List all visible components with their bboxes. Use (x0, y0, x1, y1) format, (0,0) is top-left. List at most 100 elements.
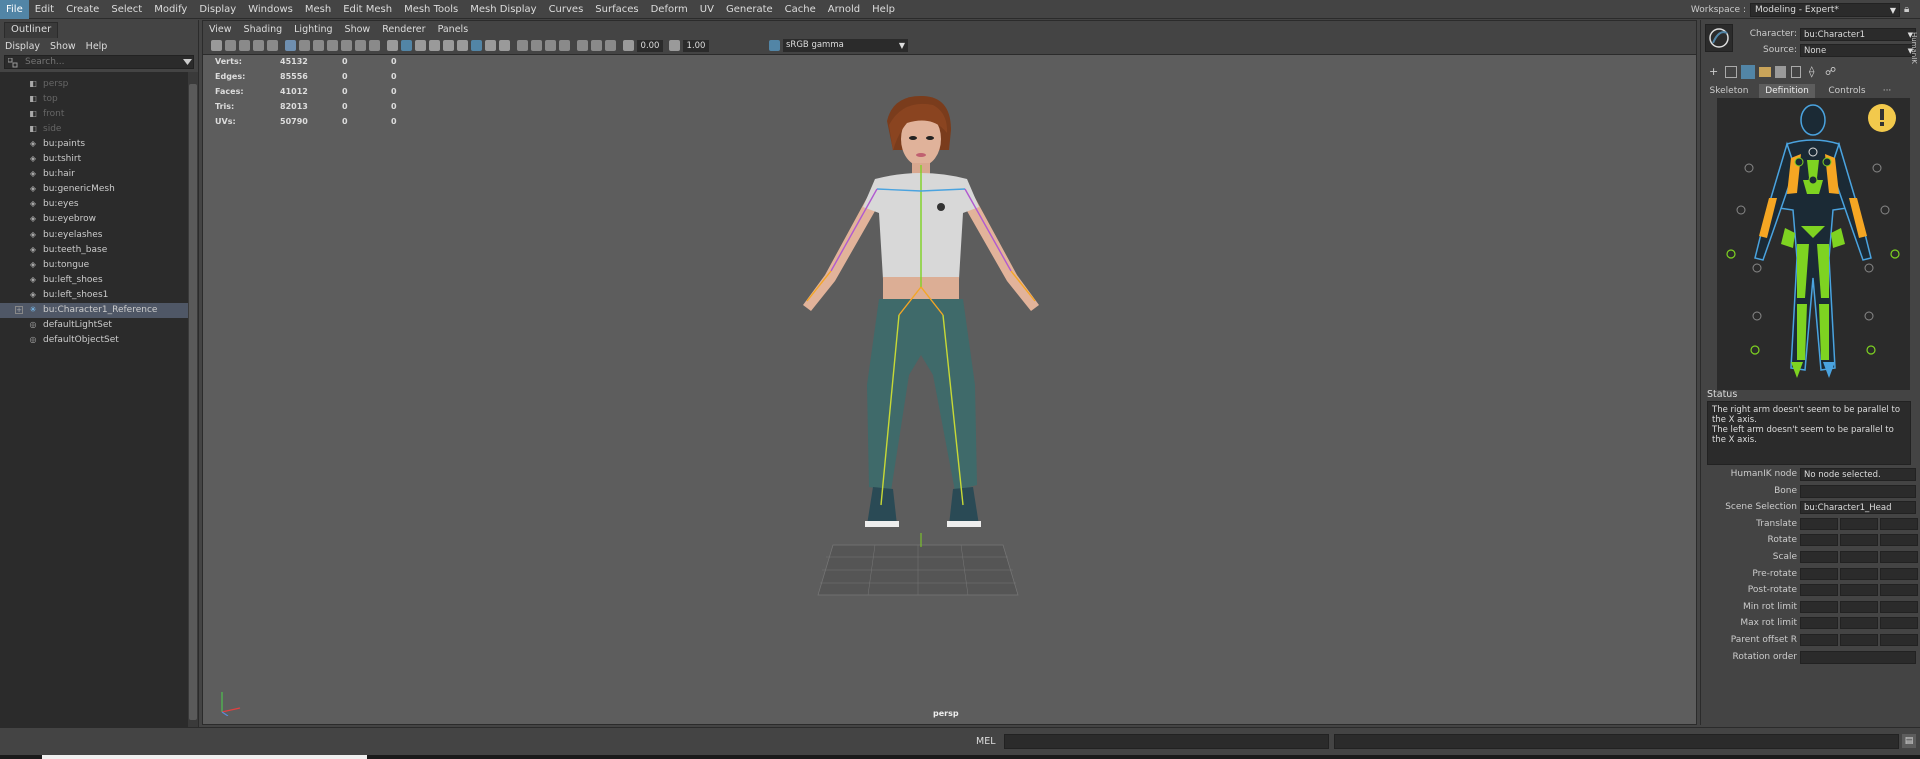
outliner-search-field[interactable] (4, 55, 194, 69)
menu-edit[interactable]: Edit (29, 0, 60, 19)
vector-component-field[interactable] (1840, 584, 1878, 597)
camera-attributes-icon[interactable] (225, 40, 236, 51)
humanik-figure-view[interactable] (1717, 98, 1910, 390)
image-plane-icon[interactable] (253, 40, 264, 51)
property-field[interactable] (1800, 650, 1916, 664)
delete-icon[interactable] (1791, 66, 1801, 78)
lock-pose-icon[interactable]: ☍ (1825, 65, 1837, 79)
open-folder-icon[interactable] (1759, 67, 1771, 77)
vector-component-field[interactable] (1840, 567, 1878, 580)
lock-icon[interactable]: 🔒︎ (1904, 4, 1914, 16)
outliner-item[interactable]: ◈ bu:paints (0, 136, 188, 151)
menu-curves[interactable]: Curves (543, 0, 590, 19)
wireframe-icon[interactable] (387, 40, 398, 51)
mel-language-toggle[interactable]: MEL (976, 736, 996, 747)
gamma-icon[interactable] (669, 40, 680, 51)
save-icon[interactable] (1775, 66, 1786, 78)
gamma-field[interactable]: 1.00 (683, 40, 709, 52)
colorspace-dropdown[interactable]: sRGB gamma ▼ (783, 39, 908, 52)
viewport-menu-lighting[interactable]: Lighting (288, 24, 338, 35)
source-dropdown[interactable]: None ▼ (1800, 44, 1916, 57)
outliner-item[interactable]: ◈ bu:teeth_base (0, 242, 188, 257)
character-dropdown[interactable]: bu:Character1 ▼ (1800, 28, 1916, 41)
menu-generate[interactable]: Generate (720, 0, 779, 19)
wireframe-on-shaded-icon[interactable] (415, 40, 426, 51)
humanik-side-tab[interactable]: HumanIK (1910, 32, 1918, 64)
vector-component-field[interactable] (1880, 634, 1918, 646)
outliner-tab[interactable]: Outliner (4, 22, 59, 38)
tab-skeleton[interactable]: Skeleton (1703, 84, 1755, 98)
menu-create[interactable]: Create (60, 0, 105, 19)
vector-component-field[interactable] (1800, 517, 1838, 530)
humanik-logo-icon[interactable] (1705, 24, 1733, 52)
outliner-item[interactable]: ◧ front (0, 106, 188, 121)
outliner-item[interactable]: ◈ bu:left_shoes1 (0, 287, 188, 302)
show-hud-icon[interactable] (591, 40, 602, 51)
mel-command-input[interactable] (1004, 734, 1329, 749)
viewport-menu-panels[interactable]: Panels (432, 24, 475, 35)
outliner-item[interactable]: ◧ top (0, 91, 188, 106)
outliner-item[interactable]: ◧ persp (0, 76, 188, 91)
tab-controls[interactable]: Controls (1819, 84, 1875, 98)
vector-component-field[interactable] (1880, 600, 1918, 613)
shadows-icon[interactable] (457, 40, 468, 51)
menu-display[interactable]: Display (193, 0, 242, 19)
2d-pan-icon[interactable] (267, 40, 278, 51)
motion-blur-icon[interactable] (531, 40, 542, 51)
viewport-panel[interactable]: View Shading Lighting Show Renderer Pane… (202, 20, 1697, 725)
vector-component-field[interactable] (1880, 534, 1918, 547)
add-icon[interactable]: + (1709, 66, 1721, 78)
outliner-item[interactable]: ◈ bu:eyebrow (0, 212, 188, 227)
character-model[interactable] (803, 95, 1039, 527)
menu-cache[interactable]: Cache (779, 0, 822, 19)
tab-definition[interactable]: Definition (1759, 84, 1815, 98)
smooth-shade-icon[interactable] (401, 40, 412, 51)
outliner-item[interactable]: ◎ defaultObjectSet (0, 333, 188, 348)
menu-mesh-display[interactable]: Mesh Display (464, 0, 542, 19)
grease-pencil-icon[interactable] (285, 40, 296, 51)
gate-mask-icon[interactable] (341, 40, 352, 51)
expand-icon[interactable]: + (15, 305, 23, 314)
script-editor-icon[interactable]: ▤ (1902, 734, 1916, 748)
vector-component-field[interactable] (1880, 551, 1918, 563)
scrollbar-thumb[interactable] (189, 84, 197, 720)
outliner-vertical-scrollbar[interactable] (188, 72, 198, 732)
outliner-item[interactable]: ◎ defaultLightSet (0, 318, 188, 333)
vector-component-field[interactable] (1800, 634, 1838, 646)
viewport-menu-renderer[interactable]: Renderer (376, 24, 431, 35)
use-all-lights-icon[interactable] (443, 40, 454, 51)
menu-surfaces[interactable]: Surfaces (589, 0, 644, 19)
vector-component-field[interactable] (1880, 617, 1918, 630)
frame-selection-icon[interactable] (605, 40, 616, 51)
exposure-icon[interactable] (623, 40, 634, 51)
menu-edit-mesh[interactable]: Edit Mesh (337, 0, 398, 19)
vector-component-field[interactable] (1880, 567, 1918, 580)
vector-component-field[interactable] (1800, 617, 1838, 630)
outliner-search-input[interactable] (5, 56, 155, 68)
menu-mesh-tools[interactable]: Mesh Tools (398, 0, 464, 19)
outliner-item[interactable]: ◧ side (0, 121, 188, 136)
outliner-item[interactable]: ◈ bu:eyes (0, 197, 188, 212)
vector-component-field[interactable] (1840, 600, 1878, 613)
workspace-dropdown[interactable]: Modeling - Expert* ▼ (1750, 2, 1900, 17)
mirror-icon[interactable]: ⟠ (1809, 65, 1821, 79)
outliner-item[interactable]: + ✳ bu:Character1_Reference (0, 302, 188, 318)
xray-components-icon[interactable] (499, 40, 510, 51)
menu-arnold[interactable]: Arnold (822, 0, 866, 19)
vector-component-field[interactable] (1840, 617, 1878, 630)
vector-component-field[interactable] (1840, 634, 1878, 646)
outliner-menu-help[interactable]: Help (81, 41, 113, 52)
vector-component-field[interactable] (1840, 551, 1878, 563)
exposure-field[interactable]: 0.00 (637, 40, 663, 52)
tab-more[interactable]: ··· (1877, 84, 1897, 98)
vector-component-field[interactable] (1800, 551, 1838, 563)
vector-component-field[interactable] (1880, 517, 1918, 530)
property-field[interactable]: bu:Character1_Head (1800, 501, 1916, 515)
property-field[interactable]: No node selected. (1800, 468, 1916, 481)
outliner-menu-show[interactable]: Show (45, 41, 81, 52)
vector-component-field[interactable] (1800, 600, 1838, 613)
menu-mesh[interactable]: Mesh (299, 0, 337, 19)
xray-joints-icon[interactable] (485, 40, 496, 51)
resolution-gate-icon[interactable] (327, 40, 338, 51)
outliner-item[interactable]: ◈ bu:hair (0, 167, 188, 182)
